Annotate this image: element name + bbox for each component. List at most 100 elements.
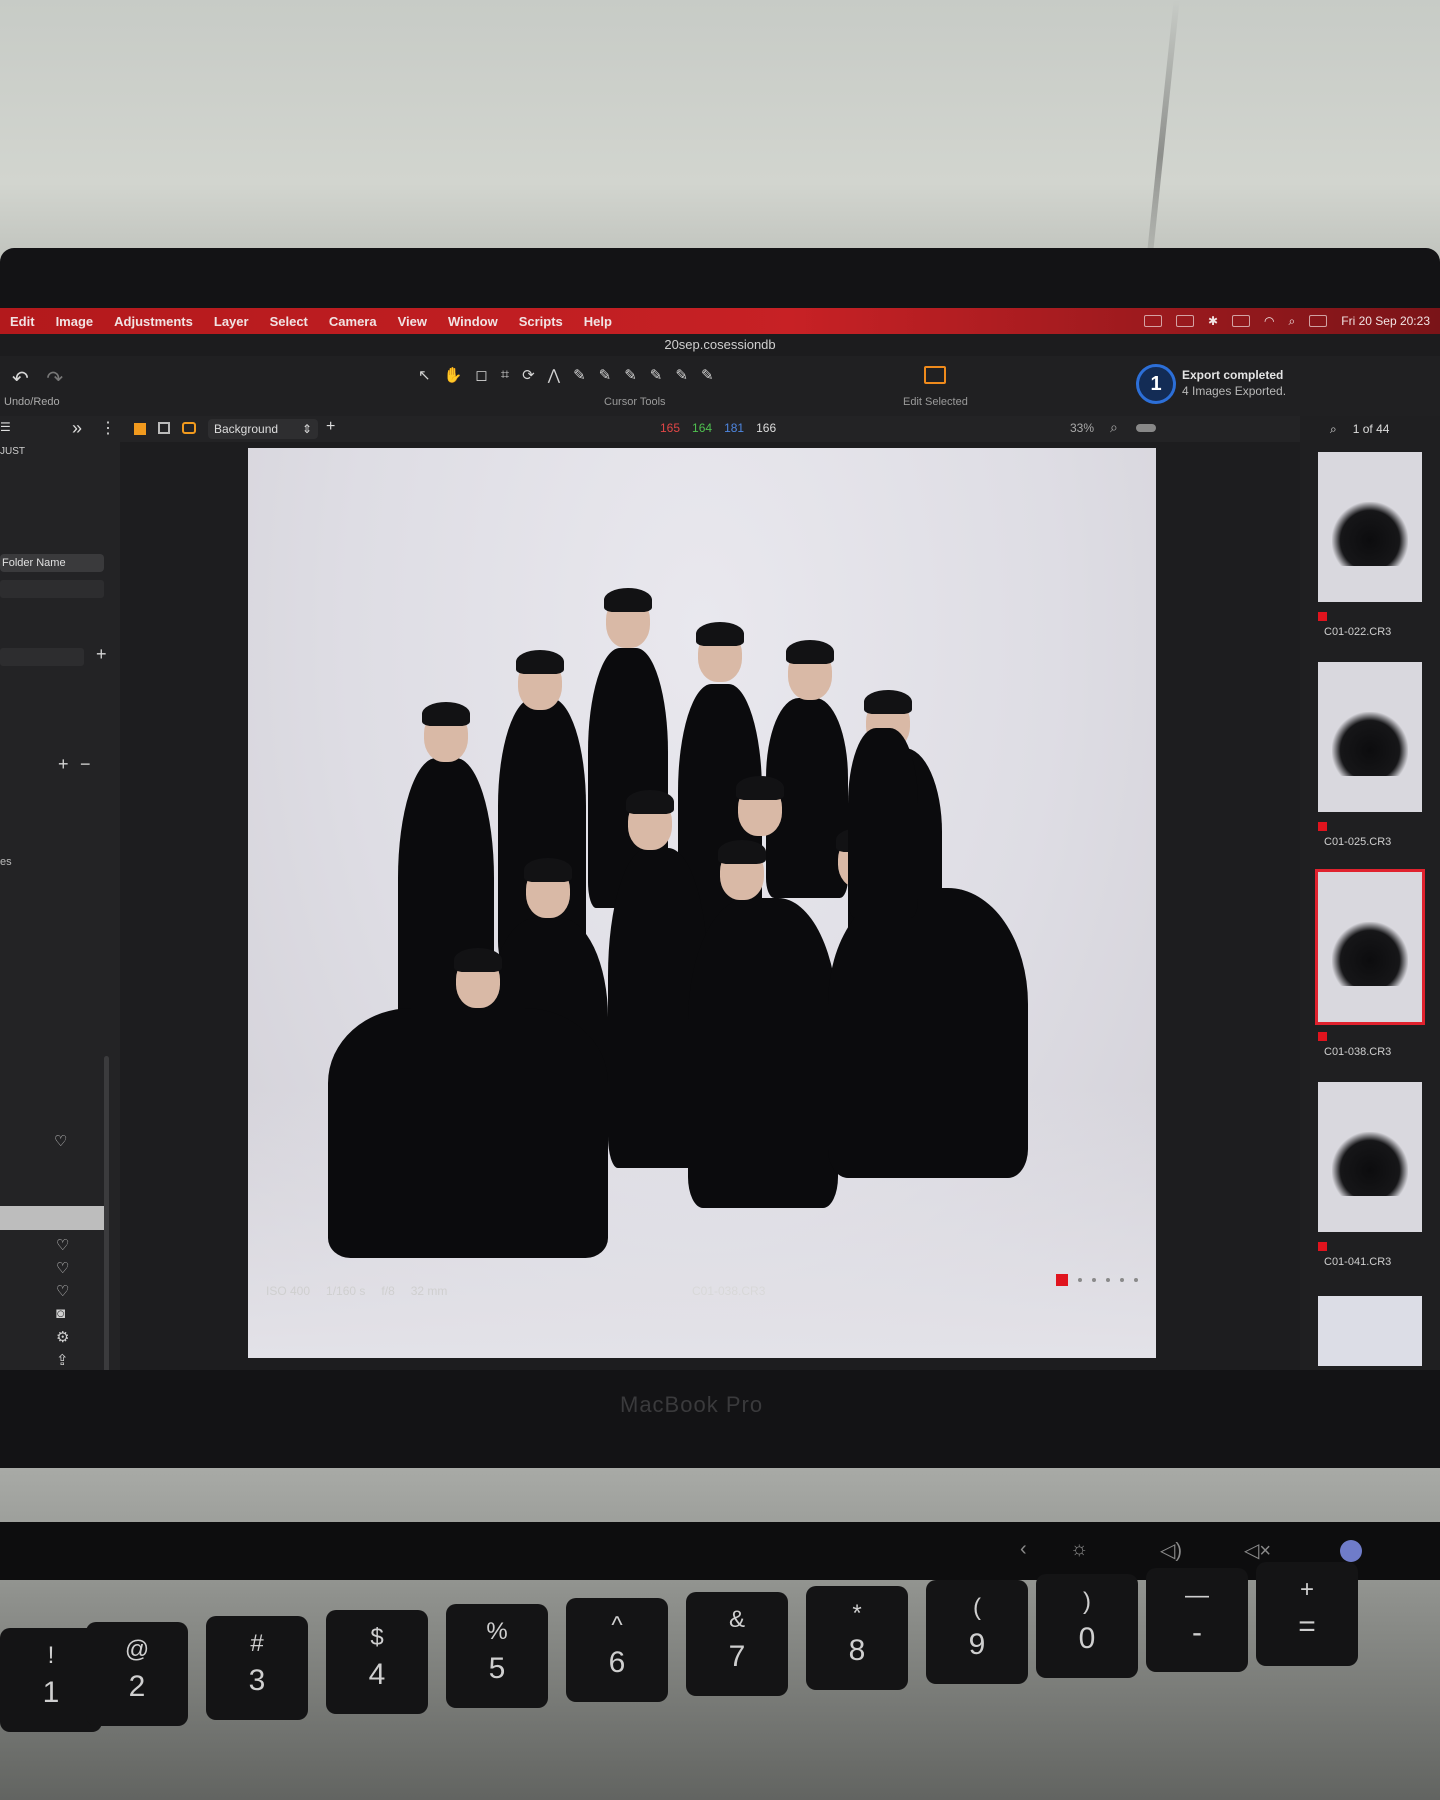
add-icon[interactable]: + [96,644,107,665]
person-hair [454,948,502,972]
folder-name-token[interactable]: Folder Name [0,554,104,572]
grid-view-icon[interactable] [134,423,146,435]
loupe-icon[interactable]: ◻ [475,366,487,384]
thumbnail-name: C01-022.CR3 [1324,626,1392,638]
display-icon[interactable] [1143,315,1162,327]
key-6[interactable]: ^ 6 [566,1598,668,1702]
panel-scrollbar[interactable] [104,1056,109,1370]
eraser-icon[interactable]: ✎ [624,366,637,384]
crop-icon[interactable]: ⌗ [501,366,509,384]
thumbnail-group [1332,1132,1408,1196]
recipe-favorite-icon-3[interactable]: ♡ [56,1282,69,1300]
star-dot[interactable] [1120,1278,1124,1282]
spot-removal-icon[interactable]: ✎ [573,366,586,384]
search-icon[interactable]: ⌕ [1289,314,1296,329]
key-3[interactable]: #3 [206,1616,308,1720]
format-select[interactable] [0,648,84,666]
thumbnail-selected[interactable] [1315,869,1425,1025]
undo-icon[interactable]: ↶ [12,368,29,390]
keystone-icon[interactable]: ⋀ [548,366,560,384]
key-0[interactable]: ) 0 [1036,1574,1138,1678]
more-options-icon[interactable]: ⋮ [100,418,116,438]
color-picker-icon[interactable]: ✎ [675,366,688,384]
red-color-tag [1318,1032,1327,1041]
key-2[interactable]: @2 [86,1622,188,1726]
add-layer-icon[interactable]: + [326,418,335,436]
key-5[interactable]: % 5 [446,1604,548,1708]
thumbnail[interactable] [1318,662,1422,812]
key-minus[interactable]: — - [1146,1568,1248,1672]
gear-icon[interactable]: ⚙ [56,1328,69,1346]
share-icon[interactable]: ⇪ [56,1351,69,1369]
key-4[interactable]: $4 [326,1610,428,1714]
menu-help[interactable]: Help [584,314,612,329]
red-color-tag[interactable] [1056,1274,1068,1286]
remove-item-icon[interactable]: − [80,754,91,775]
proof-view-icon[interactable] [182,422,196,434]
single-view-icon[interactable] [158,422,170,434]
zoom-slider[interactable] [1136,424,1156,432]
menu-layer[interactable]: Layer [214,314,249,329]
star-dot[interactable] [1092,1278,1096,1282]
camera-icon[interactable]: ◙ [56,1305,65,1322]
bluetooth-icon[interactable]: ✱ [1208,314,1218,328]
wifi-icon[interactable]: ◠ [1264,314,1274,328]
chevron-updown-icon: ⇕ [301,422,312,436]
pan-cursor-icon[interactable]: ✋ [444,366,463,384]
key-9[interactable]: (9 [926,1580,1028,1684]
volume-icon[interactable]: ◁) [1160,1538,1182,1563]
menu-view[interactable]: View [398,314,427,329]
thumbnail[interactable] [1318,1082,1422,1232]
person-figure [328,1008,608,1258]
star-dot[interactable] [1134,1278,1138,1282]
favorite-icon[interactable]: ♡ [54,1132,67,1150]
person-hair [524,858,572,882]
naming-field[interactable] [0,580,104,598]
siri-icon[interactable] [1340,1540,1362,1562]
star-dot[interactable] [1106,1278,1110,1282]
filter-search-icon[interactable]: ⌕ [1330,422,1337,437]
expand-panel-icon[interactable]: » [72,418,82,439]
screen-record-icon[interactable] [1175,315,1194,327]
redo-icon[interactable]: ↷ [46,368,63,390]
recipe-favorite-icon[interactable]: ♡ [56,1236,69,1254]
key-7[interactable]: & 7 [686,1592,788,1696]
gradient-icon[interactable]: ✎ [650,366,663,384]
export-status-subtitle: 4 Images Exported. [1182,384,1287,398]
person-hair [786,640,834,664]
menu-adjustments[interactable]: Adjustments [114,314,193,329]
mute-icon[interactable]: ◁× [1244,1538,1271,1563]
edit-selected-icon[interactable] [924,366,946,384]
recipe-favorite-icon-2[interactable]: ♡ [56,1259,69,1277]
key-equals[interactable]: + = [1256,1562,1358,1666]
select-cursor-icon[interactable]: ↖ [418,366,431,384]
layer-select[interactable]: Background ⇕ [208,419,318,439]
brush-icon[interactable]: ✎ [599,366,612,384]
thumbnail-name: C01-025.CR3 [1324,836,1392,848]
star-dot[interactable] [1078,1278,1082,1282]
annotate-icon[interactable]: ✎ [701,366,714,384]
luma-value: 166 [756,421,777,435]
battery-icon[interactable] [1232,315,1251,327]
menu-clock[interactable]: Fri 20 Sep 20:23 [1341,314,1430,328]
menu-window[interactable]: Window [448,314,498,329]
key-8[interactable]: * 8 [806,1586,908,1690]
menu-camera[interactable]: Camera [329,314,377,329]
zoom-icon[interactable]: ⌕ [1110,419,1118,436]
adjust-tab-icon[interactable]: ☰ [0,420,11,434]
menu-image[interactable]: Image [56,314,94,329]
zoom-level[interactable]: 33% [1070,421,1094,435]
thumbnail[interactable] [1318,1296,1422,1366]
chevron-left-icon[interactable]: ‹ [1020,1538,1027,1561]
thumbnail[interactable] [1318,452,1422,602]
export-badge[interactable]: 1 [1136,364,1176,404]
rotate-icon[interactable]: ⟳ [522,366,535,384]
menu-select[interactable]: Select [270,314,308,329]
main-photo [248,448,1156,1358]
selected-recipe-row[interactable] [0,1206,104,1230]
menu-edit[interactable]: Edit [10,314,35,329]
control-center-icon[interactable] [1309,315,1328,327]
menu-scripts[interactable]: Scripts [519,314,563,329]
brightness-icon[interactable]: ☼ [1070,1538,1088,1561]
add-item-icon[interactable]: + [58,754,69,775]
